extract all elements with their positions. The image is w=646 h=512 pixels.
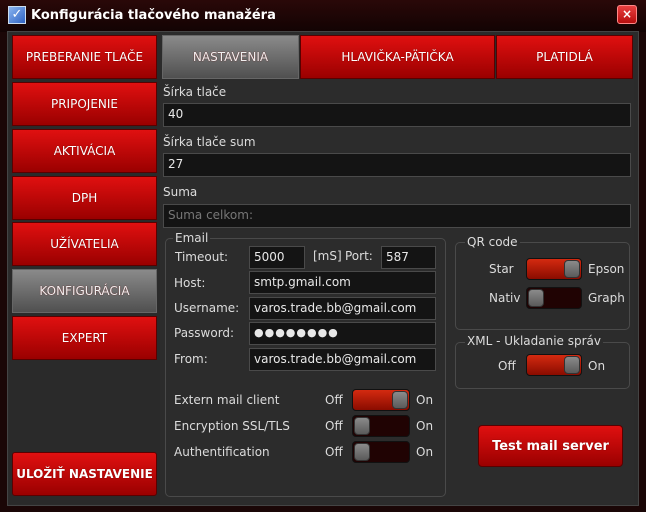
toggle-knob xyxy=(564,356,580,374)
xml-on-label: On xyxy=(588,359,606,373)
save-settings-button[interactable]: ULOŽIŤ NASTAVENIE xyxy=(12,452,157,496)
xml-legend: XML - Ukladanie správ xyxy=(465,334,604,348)
test-mail-server-button[interactable]: Test mail server xyxy=(478,425,623,467)
toggle-knob xyxy=(528,289,544,307)
sidebar-item-expert[interactable]: EXPERT xyxy=(12,316,157,360)
authentification-label: Authentification xyxy=(174,445,270,459)
qr-printer-toggle[interactable] xyxy=(526,258,582,280)
password-label: Password: xyxy=(174,326,235,340)
host-label: Host: xyxy=(174,276,206,290)
app-icon: ✓ xyxy=(8,6,26,24)
close-button[interactable]: × xyxy=(617,5,637,24)
toggle-knob xyxy=(354,443,370,461)
username-label: Username: xyxy=(174,301,240,315)
sidebar-item-konfiguracia[interactable]: KONFIGURÁCIA xyxy=(12,269,157,313)
sidebar-item-uzivatelia[interactable]: UŽÍVATELIA xyxy=(12,222,157,266)
tab-hlavicka-paticka[interactable]: HLAVIČKA-PÄTIČKA xyxy=(300,35,495,79)
host-input[interactable]: smtp.gmail.com xyxy=(249,271,436,294)
toggle-knob xyxy=(564,260,580,278)
xml-off-label: Off xyxy=(498,359,516,373)
from-label: From: xyxy=(174,352,208,366)
timeout-label: Timeout: xyxy=(175,250,229,264)
extern-mail-label: Extern mail client xyxy=(174,393,280,407)
port-input[interactable]: 587 xyxy=(381,246,436,269)
toggle-knob xyxy=(354,417,370,435)
qr-graph-label: Graph xyxy=(588,291,625,305)
extern-mail-off-label: Off xyxy=(325,393,343,407)
sidebar-item-pripojenie[interactable]: PRIPOJENIE xyxy=(12,82,157,126)
authentification-on-label: On xyxy=(416,445,434,459)
authentification-toggle[interactable] xyxy=(352,441,410,463)
xml-toggle[interactable] xyxy=(526,354,582,376)
extern-mail-toggle[interactable] xyxy=(352,389,410,411)
suma-label: Suma xyxy=(163,185,198,199)
authentification-off-label: Off xyxy=(325,445,343,459)
tab-platidla[interactable]: PLATIDLÁ xyxy=(496,35,633,79)
print-width-input[interactable]: 40 xyxy=(163,103,631,127)
qr-code-legend: QR code xyxy=(465,235,520,249)
password-input[interactable]: ●●●●●●●● xyxy=(249,322,436,345)
qr-code-group xyxy=(455,242,630,330)
from-input[interactable]: varos.trade.bb@gmail.com xyxy=(249,348,436,371)
sidebar-item-preberanie-tlace[interactable]: PREBERANIE TLAČE xyxy=(12,35,157,79)
port-label: Port: xyxy=(345,249,373,263)
suma-input[interactable]: Suma celkom: xyxy=(163,204,631,228)
extern-mail-on-label: On xyxy=(416,393,434,407)
timeout-unit: [mS] xyxy=(313,249,342,263)
encryption-toggle[interactable] xyxy=(352,415,410,437)
qr-star-label: Star xyxy=(489,262,514,276)
tab-nastavenia[interactable]: NASTAVENIA xyxy=(162,35,299,79)
toggle-knob xyxy=(392,391,408,409)
encryption-label: Encryption SSL/TLS xyxy=(174,419,290,433)
email-legend: Email xyxy=(173,231,211,245)
sum-width-label: Šírka tlače sum xyxy=(163,135,256,149)
encryption-off-label: Off xyxy=(325,419,343,433)
encryption-on-label: On xyxy=(416,419,434,433)
qr-epson-label: Epson xyxy=(588,262,625,276)
username-input[interactable]: varos.trade.bb@gmail.com xyxy=(249,297,436,320)
timeout-input[interactable]: 5000 xyxy=(249,246,305,269)
sidebar-item-dph[interactable]: DPH xyxy=(12,176,157,220)
qr-nativ-label: Nativ xyxy=(489,291,521,305)
sidebar-item-aktivacia[interactable]: AKTIVÁCIA xyxy=(12,129,157,173)
print-width-label: Šírka tlače xyxy=(163,85,227,99)
window-title: Konfigurácia tlačového manažéra xyxy=(31,8,276,23)
qr-mode-toggle[interactable] xyxy=(526,287,582,309)
sum-width-input[interactable]: 27 xyxy=(163,153,631,177)
